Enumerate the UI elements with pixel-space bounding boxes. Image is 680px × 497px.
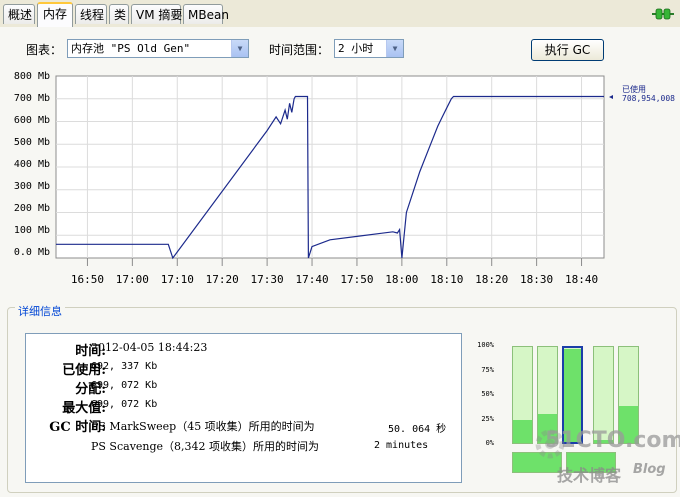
gc-marksweep-text: PS MarkSweep（45 项收集）所用的时间为	[91, 420, 315, 433]
x-tick-label: 17:10	[160, 273, 194, 286]
details-panel: 时间: 2012-04-05 18:44:23 已使用: 692, 337 Kb…	[25, 333, 462, 483]
x-tick-label: 16:50	[70, 273, 104, 286]
bar-scale-label: 0%	[485, 439, 494, 447]
x-tick-label: 17:20	[205, 273, 239, 286]
x-tick-label: 18:20	[475, 273, 509, 286]
bar-scale-label: 50%	[481, 390, 494, 398]
gc-scavenge-time: 2 minutes	[374, 440, 429, 451]
details-title: 详细信息	[15, 303, 65, 319]
time-value: 2012-04-05 18:44:23	[91, 341, 208, 354]
x-tick-label: 17:50	[340, 273, 374, 286]
bar-scale-label: 100%	[477, 341, 494, 349]
gc-scavenge-text: PS Scavenge（8,342 项收集）所用的时间为	[91, 440, 320, 453]
legend-marker	[609, 95, 613, 99]
watermark-blog-cn: 技术博客	[557, 466, 622, 485]
x-tick-label: 18:40	[564, 273, 599, 286]
memory-usage-chart	[55, 75, 613, 266]
used-value: 692, 337 Kb	[91, 361, 158, 372]
committed-value: 699, 072 Kb	[91, 380, 158, 391]
x-tick-label: 18:00	[385, 273, 419, 286]
x-tick-label: 18:30	[520, 273, 554, 286]
max-value: 699, 072 Kb	[91, 399, 158, 410]
bar-scale-label: 25%	[481, 415, 494, 423]
x-tick-label: 17:00	[115, 273, 149, 286]
x-tick-label: 17:30	[250, 273, 284, 286]
watermark-blog: Blog	[633, 462, 666, 477]
bar-scale-label: 75%	[481, 366, 494, 374]
x-tick-label: 17:40	[295, 273, 329, 286]
legend-current-value: 708,954,008	[622, 94, 675, 103]
watermark-logo: 51CTO.com	[545, 428, 680, 453]
x-tick-label: 18:10	[430, 273, 464, 286]
gc-marksweep-time: 50. 064 秒	[388, 424, 447, 435]
